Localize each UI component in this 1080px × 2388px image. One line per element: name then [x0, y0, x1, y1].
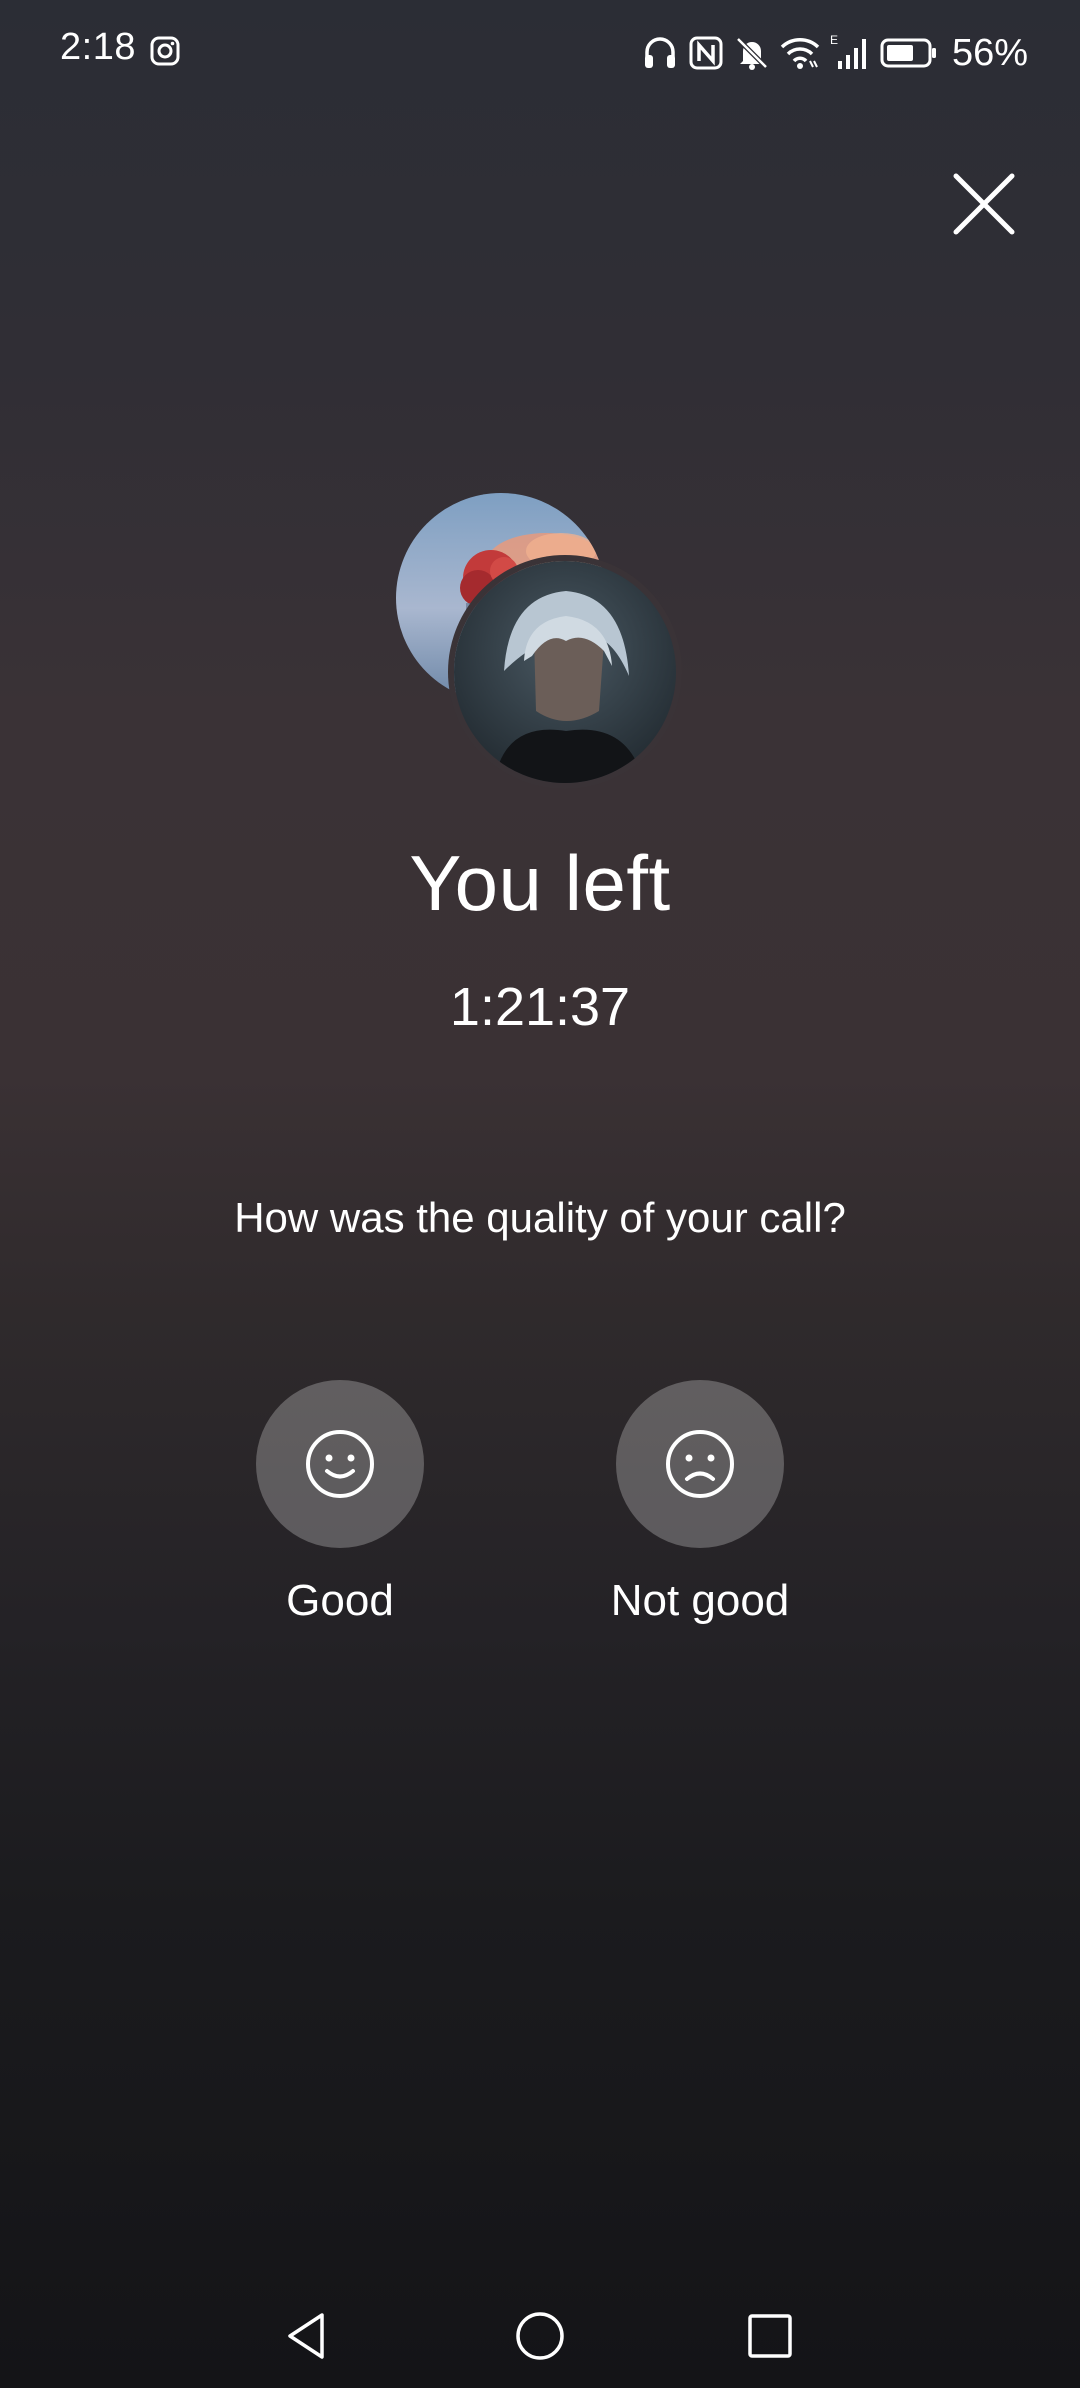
navigation-bar [0, 2270, 1080, 2388]
headphones-icon [644, 37, 675, 68]
frown-icon [666, 1430, 734, 1498]
svg-text:E: E [830, 33, 838, 47]
signal-icon: E [830, 33, 866, 69]
rating-good[interactable]: Good [210, 1380, 470, 1626]
recents-icon[interactable] [746, 2312, 794, 2360]
status-icons: E 56% [642, 28, 1028, 78]
status-time: 2:18 [60, 26, 136, 68]
participant-avatars [396, 493, 686, 783]
not-good-button[interactable] [616, 1380, 784, 1548]
not-good-label: Not good [610, 1576, 790, 1625]
instagram-icon [150, 36, 180, 66]
call-duration: 1:21:37 [449, 977, 631, 1037]
nfc-icon [689, 36, 723, 70]
battery-icon [880, 38, 936, 68]
call-quality-question: How was the quality of your call? [234, 1194, 846, 1241]
good-label: Good [286, 1576, 394, 1625]
good-button[interactable] [256, 1380, 424, 1548]
wifi-icon [780, 38, 820, 69]
status-bar: 2:18 E 56% [0, 0, 1080, 110]
smile-icon [306, 1430, 374, 1498]
rating-not-good[interactable]: Not good [570, 1380, 830, 1626]
bell-off-icon [736, 37, 768, 70]
close-icon[interactable] [950, 170, 1018, 238]
battery-percentage: 56% [951, 31, 1028, 74]
back-icon[interactable] [282, 2310, 334, 2362]
home-icon[interactable] [514, 2310, 566, 2362]
call-status-title: You left [409, 839, 671, 927]
avatar [454, 561, 676, 783]
